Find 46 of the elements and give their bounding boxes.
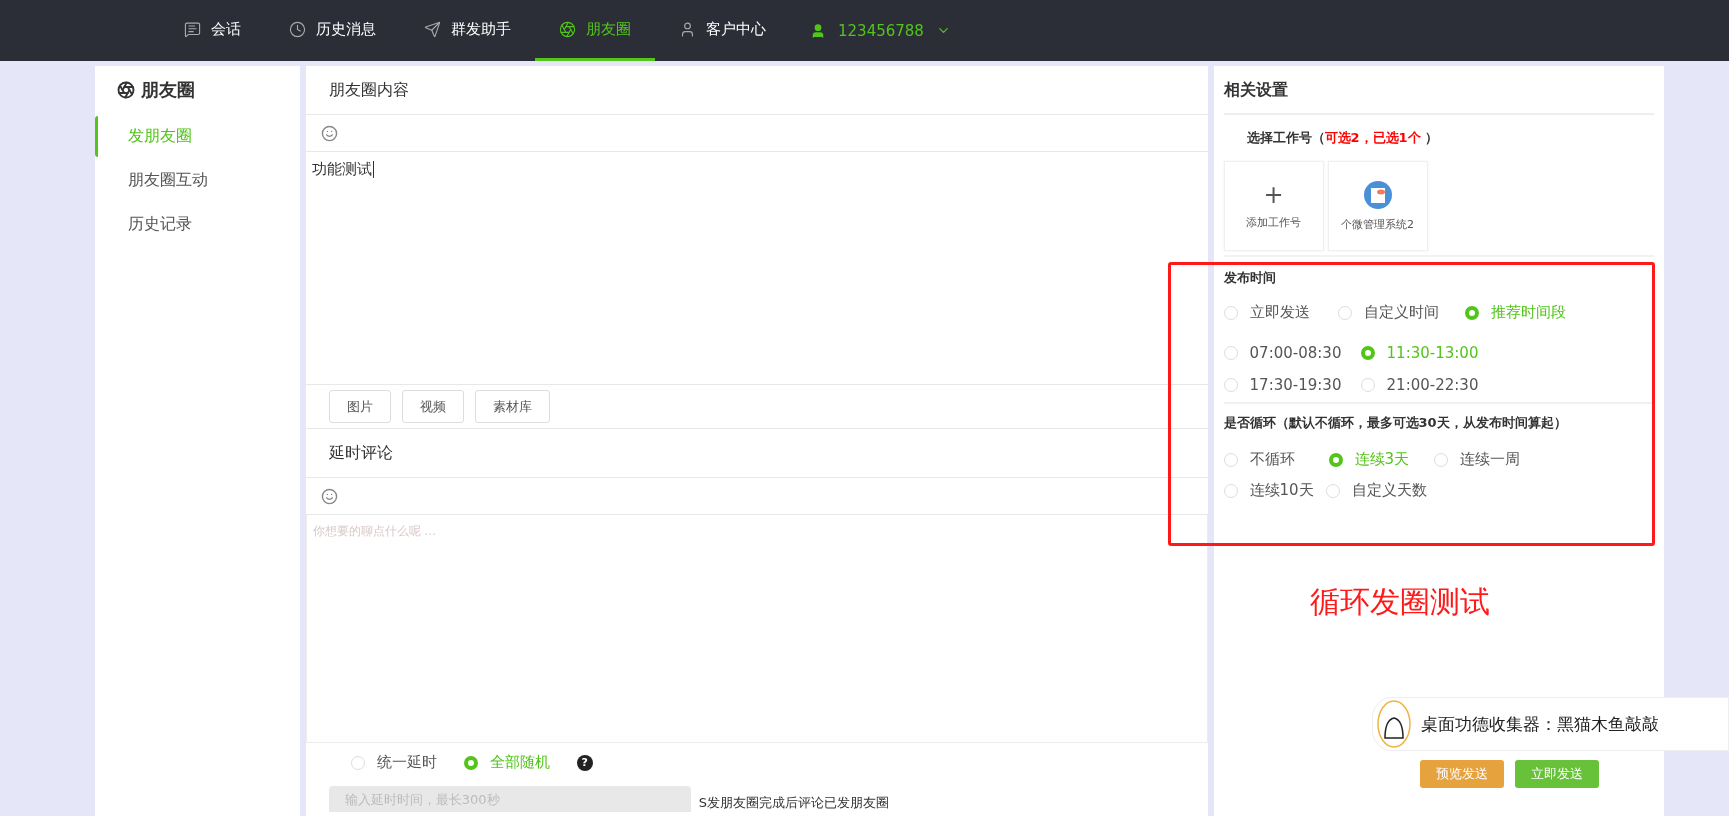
avatar-icon bbox=[1363, 180, 1392, 209]
radio-option[interactable]: 连续10天 bbox=[1223, 481, 1316, 500]
nav-tab[interactable]: 群发助手 bbox=[400, 0, 535, 61]
radio-option[interactable]: 自定义天数 bbox=[1325, 481, 1427, 500]
nav-tab[interactable]: 历史消息 bbox=[265, 0, 400, 61]
section-title: 延时评论 bbox=[328, 442, 393, 464]
section-label: 是否循环（默认不循环，最多可选30天，从发布时间算起） bbox=[1223, 414, 1568, 432]
panel-title: 相关设置 bbox=[1223, 80, 1288, 99]
radio-option[interactable]: 不循环 bbox=[1223, 450, 1319, 469]
annotation-text: 循环发圈测试 bbox=[1310, 583, 1490, 621]
clock-icon bbox=[289, 20, 306, 38]
text-cursor bbox=[372, 161, 374, 178]
radio-option[interactable]: 立即发送 bbox=[1223, 303, 1312, 322]
aperture-icon bbox=[117, 81, 135, 99]
nav-tab[interactable]: 朋友圈 bbox=[535, 0, 655, 61]
media-button[interactable]: 视频 bbox=[401, 390, 464, 423]
media-button[interactable]: 图片 bbox=[328, 390, 391, 423]
notification-popup[interactable]: 桌面功德收集器：黑猫木鱼敲敲 bbox=[1372, 697, 1729, 751]
radio-option[interactable]: 自定义时间 bbox=[1337, 303, 1439, 322]
aperture-icon bbox=[559, 20, 576, 38]
account-card[interactable]: 个微管理系统2 bbox=[1327, 161, 1428, 251]
nav-tab[interactable]: 客户中心 bbox=[655, 0, 790, 61]
add-account-card[interactable]: + 添加工作号 bbox=[1223, 161, 1324, 251]
user-icon bbox=[679, 20, 696, 38]
send-icon bbox=[424, 20, 441, 38]
chat-icon bbox=[184, 20, 201, 38]
post-text-field[interactable]: 功能测试 bbox=[305, 152, 1208, 385]
radio-option[interactable]: 统一延时 bbox=[350, 753, 444, 772]
radio-option[interactable]: 21:00-22:30 bbox=[1360, 376, 1486, 394]
emoji-icon[interactable] bbox=[320, 124, 338, 142]
radio-option[interactable]: 连续一周 bbox=[1433, 450, 1529, 469]
account-name[interactable]: 123456788 bbox=[838, 21, 924, 40]
sidebar-item[interactable]: 朋友圈互动 bbox=[95, 160, 300, 201]
sidebar-title: 朋友圈 bbox=[141, 78, 195, 102]
user-icon bbox=[810, 22, 826, 39]
delay-note: S发朋友圈完成后评论已发朋友圈 bbox=[698, 794, 889, 812]
radio-option[interactable]: 17:30-19:30 bbox=[1223, 376, 1349, 394]
sidebar-item[interactable]: 历史记录 bbox=[95, 204, 300, 245]
section-title: 朋友圈内容 bbox=[328, 79, 409, 101]
radio-option[interactable]: 07:00-08:30 bbox=[1223, 344, 1349, 362]
emoji-icon[interactable] bbox=[320, 487, 338, 505]
help-icon[interactable]: ? bbox=[576, 754, 593, 771]
account-label: 选择工作号（可选2，已选1个 ） bbox=[1245, 129, 1440, 147]
media-button[interactable]: 素材库 bbox=[474, 390, 550, 423]
section-label: 发布时间 bbox=[1223, 269, 1277, 287]
nav-tab[interactable]: 会话 bbox=[160, 0, 265, 61]
